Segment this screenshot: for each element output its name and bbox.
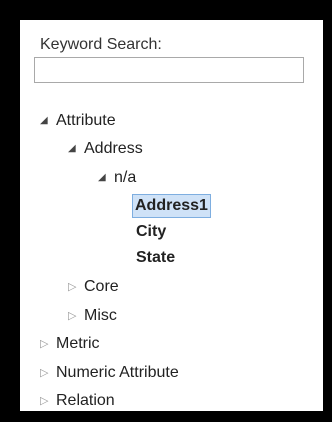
triangle-collapsed-icon[interactable]: ▷ [68,303,82,329]
tree-node-relation[interactable]: ▷ Relation [40,388,117,414]
triangle-expanded-icon[interactable]: ◢ [40,108,54,134]
tree-node-address[interactable]: ◢ Address [68,136,145,162]
tree-node-label: Metric [56,335,100,352]
keyword-search-label: Keyword Search: [40,36,162,53]
tree-node-label: Numeric Attribute [56,364,179,381]
tree-node-attribute[interactable]: ◢ Attribute [40,108,118,134]
tree-node-misc[interactable]: ▷ Misc [68,303,119,329]
triangle-expanded-icon[interactable]: ◢ [68,136,82,162]
triangle-collapsed-icon[interactable]: ▷ [68,274,82,300]
tree-node-label: n/a [114,169,137,186]
tree-leaf-state[interactable]: State [134,245,177,271]
tree-node-label: Address [84,140,143,157]
tree-leaf-city[interactable]: City [134,219,168,245]
triangle-collapsed-icon[interactable]: ▷ [40,388,54,414]
tree-node-label: Core [84,278,119,295]
keyword-search-input[interactable] [34,57,304,83]
tree-leaf-label: Address1 [132,194,211,218]
tree-leaf-address1[interactable]: Address1 [132,193,211,219]
tree-node-core[interactable]: ▷ Core [68,274,121,300]
window-frame: Keyword Search: ◢ Attribute ◢ Address ◢ n/a… [0,0,332,422]
tree-leaf-label: City [136,223,167,240]
triangle-expanded-icon[interactable]: ◢ [98,165,112,191]
tree-node-na[interactable]: ◢ n/a [98,165,138,191]
tree-node-numeric-attribute[interactable]: ▷ Numeric Attribute [40,360,181,386]
tree-node-label: Attribute [56,112,116,129]
tree-node-metric[interactable]: ▷ Metric [40,331,102,357]
tree-node-label: Misc [84,307,117,324]
triangle-collapsed-icon[interactable]: ▷ [40,331,54,357]
tree-node-label: Relation [56,392,115,409]
tree-leaf-label: State [136,249,176,266]
keyword-search-panel: Keyword Search: ◢ Attribute ◢ Address ◢ n/a… [20,20,323,411]
triangle-collapsed-icon[interactable]: ▷ [40,360,54,386]
